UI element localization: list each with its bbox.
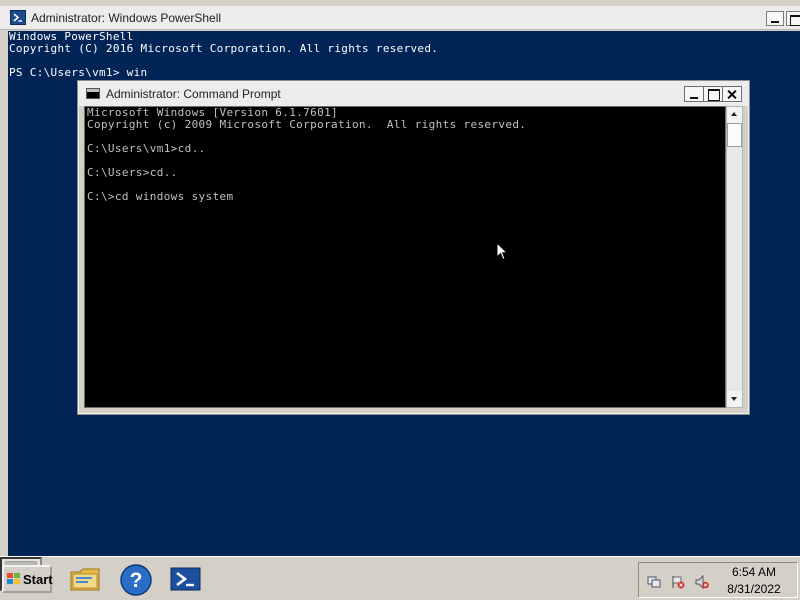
console-line: Copyright (c) 2009 Microsoft Corporation…	[87, 118, 527, 131]
powershell-maximize-button[interactable]	[786, 11, 800, 26]
powershell-icon	[10, 10, 26, 25]
scroll-thumb[interactable]	[727, 123, 742, 147]
taskbar-explorer-button[interactable]	[68, 563, 106, 597]
start-label: Start	[23, 572, 53, 587]
powershell-minimize-button[interactable]	[766, 11, 784, 26]
scroll-down-button[interactable]	[727, 391, 742, 407]
network-icon[interactable]	[647, 575, 661, 589]
console-line: C:\Users\vm1>cd..	[87, 142, 206, 155]
volume-muted-icon[interactable]	[695, 575, 709, 589]
command-prompt-window[interactable]: Administrator: Command Prompt Microsoft …	[77, 80, 750, 415]
maximize-button[interactable]	[703, 86, 723, 102]
powershell-titlebar[interactable]: Administrator: Windows PowerShell	[0, 6, 800, 30]
notification-area: 6:54 AM 8/31/2022	[638, 562, 798, 598]
powershell-icon	[170, 567, 201, 591]
powershell-window-title: Administrator: Windows PowerShell	[31, 11, 222, 25]
console-line: C:\Users>cd..	[87, 166, 178, 179]
start-button[interactable]: Start	[2, 565, 53, 593]
close-button[interactable]	[722, 86, 742, 102]
taskbar-powershell-button[interactable]	[168, 563, 206, 597]
mouse-pointer-icon	[496, 242, 508, 261]
scroll-up-button[interactable]	[727, 107, 742, 123]
command-prompt-window-title: Administrator: Command Prompt	[106, 87, 281, 101]
command-prompt-console[interactable]: Microsoft Windows [Version 6.1.7601] Cop…	[84, 106, 726, 408]
taskbar-help-button[interactable]: ?	[118, 563, 156, 597]
command-prompt-icon	[86, 88, 100, 99]
console-line: C:\>cd windows system	[87, 190, 234, 203]
minimize-button[interactable]	[684, 86, 704, 102]
clock-time[interactable]: 6:54 AM	[723, 565, 785, 579]
help-icon: ?	[120, 564, 152, 596]
command-prompt-titlebar[interactable]: Administrator: Command Prompt	[78, 81, 749, 106]
action-center-flag-icon[interactable]	[671, 575, 685, 589]
console-line: PS C:\Users\vm1> win	[9, 66, 148, 79]
taskbar: Start ? C:\_	[0, 556, 800, 600]
vertical-scrollbar[interactable]	[726, 106, 743, 408]
clock-date[interactable]: 8/31/2022	[719, 582, 789, 596]
console-line: Copyright (C) 2016 Microsoft Corporation…	[9, 42, 439, 55]
windows-logo-icon	[7, 573, 21, 586]
folder-icon	[70, 568, 100, 591]
svg-text:?: ?	[130, 569, 143, 592]
